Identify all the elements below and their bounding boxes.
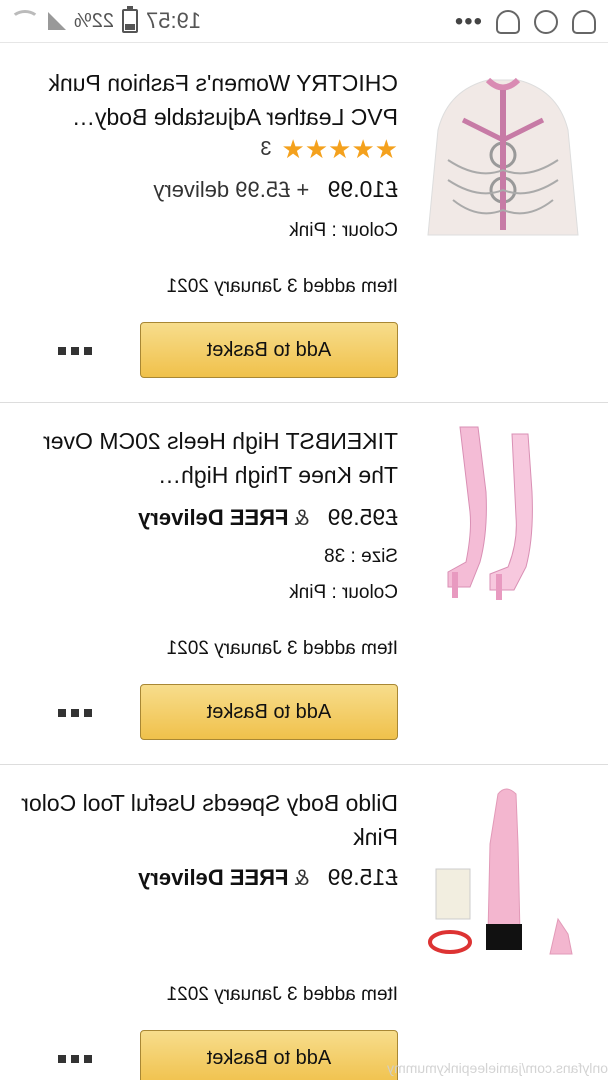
item-added-date: Item added 3 January 2021 <box>166 276 398 297</box>
more-notifications-icon: ••• <box>453 8 482 35</box>
dot-icon <box>84 347 92 355</box>
star-icon: ★ <box>351 134 375 164</box>
more-options-button[interactable] <box>52 344 92 358</box>
attribute-colour: Colour : Pink <box>289 582 398 603</box>
product-image-toy[interactable] <box>408 784 598 964</box>
dot-icon <box>71 709 79 717</box>
add-to-basket-button[interactable]: Add to Basket <box>140 684 398 740</box>
status-left: 19:57 22% <box>10 6 201 36</box>
dot-icon <box>71 1055 79 1063</box>
dot-icon <box>71 347 79 355</box>
add-to-basket-button[interactable]: Add to Basket <box>140 322 398 378</box>
delivery-prefix: & <box>294 865 310 890</box>
status-bar: 19:57 22% ••• <box>0 0 608 43</box>
product-title[interactable]: Dildo Body Speeds Useful Tool Color Pink <box>18 786 398 854</box>
delivery-cost: + £5.99 delivery <box>153 177 310 202</box>
product-image-boots[interactable] <box>408 422 598 602</box>
delivery-prefix: & <box>294 505 310 530</box>
battery-level: 22% <box>74 9 115 32</box>
product-image-harness[interactable] <box>408 60 598 240</box>
basket-item: Dildo Body Speeds Useful Tool Color Pink… <box>0 764 608 1080</box>
price-line: £15.99 & FREE Delivery <box>138 864 398 891</box>
dot-icon <box>58 1055 66 1063</box>
attribute-size: Size : 38 <box>324 546 398 567</box>
basket-item: CHICTRY Women's Fashion Punk PVC Leather… <box>0 42 608 403</box>
item-added-date: Item added 3 January 2021 <box>166 984 398 1005</box>
price: £15.99 <box>327 864 398 890</box>
price-line: £10.99 + £5.99 delivery <box>153 176 398 203</box>
battery-icon <box>122 9 139 33</box>
delivery-cost: FREE Delivery <box>138 865 289 890</box>
price-line: £95.99 & FREE Delivery <box>138 504 398 531</box>
dot-icon <box>84 709 92 717</box>
snapchat-icon <box>572 10 596 34</box>
whatsapp-icon <box>534 10 558 34</box>
basket-item: TIKENBST High Heels 20CM Over The Knee T… <box>0 402 608 765</box>
star-icon: ★ <box>374 134 398 164</box>
screen: 19:57 22% ••• CHICTRY Women's Fashion Pu… <box>0 0 608 1080</box>
snapchat-icon-2 <box>496 10 520 34</box>
product-title[interactable]: CHICTRY Women's Fashion Punk PVC Leather… <box>18 66 398 134</box>
signal-icon <box>48 12 66 30</box>
price: £10.99 <box>327 176 398 202</box>
attribute-colour: Colour : Pink <box>289 220 398 241</box>
delivery-cost: FREE Delivery <box>138 505 289 530</box>
item-added-date: Item added 3 January 2021 <box>166 638 398 659</box>
product-title[interactable]: TIKENBST High Heels 20CM Over The Knee T… <box>18 424 398 492</box>
star-icon: ★ <box>304 134 329 164</box>
clock: 19:57 <box>146 8 202 33</box>
star-icon: ★ <box>281 134 305 164</box>
wifi-icon <box>10 10 40 32</box>
star-icon: ★ <box>328 134 352 164</box>
more-options-button[interactable] <box>52 706 92 720</box>
rating-count: 3 <box>260 138 272 160</box>
dot-icon <box>84 1055 92 1063</box>
add-to-basket-button[interactable]: Add to Basket <box>140 1030 398 1080</box>
status-right: ••• <box>454 8 596 36</box>
watermark: onlyfans.com/jamieleepinkymummy <box>387 1060 608 1076</box>
dot-icon <box>58 347 66 355</box>
price: £95.99 <box>327 504 398 530</box>
more-options-button[interactable] <box>52 1052 92 1066</box>
dot-icon <box>58 709 66 717</box>
star-rating[interactable]: ★ ★ ★ ★ ★ 3 <box>260 134 398 165</box>
